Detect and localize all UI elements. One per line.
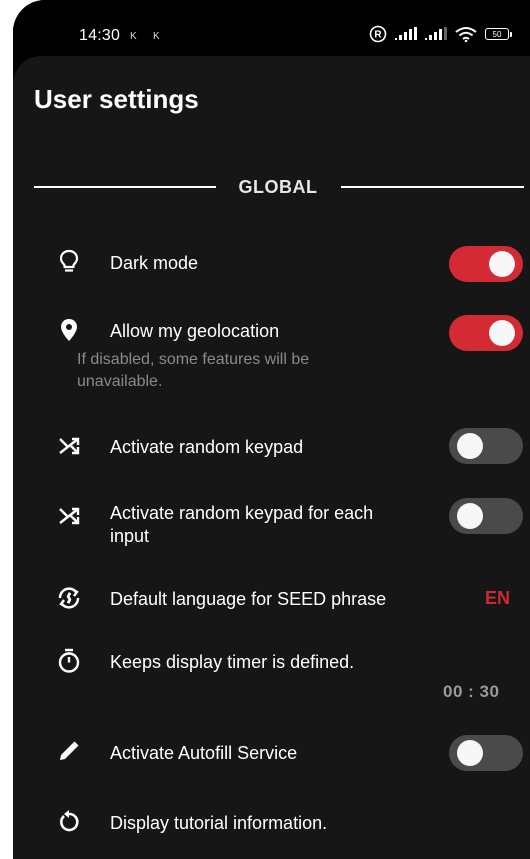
setting-random-keypad[interactable]: Activate random keypad: [13, 426, 530, 474]
timer-icon: [57, 648, 81, 673]
pencil-icon: [57, 739, 81, 763]
random-keypad-label: Activate random keypad: [110, 437, 304, 457]
setting-random-keypad-each[interactable]: Activate random keypad for each input: [13, 496, 530, 556]
location-pin-icon: [57, 318, 81, 342]
battery-icon: 50: [485, 28, 512, 40]
battery-level: 50: [485, 28, 509, 40]
wifi-icon: [455, 26, 477, 42]
setting-geolocation[interactable]: Allow my geolocation If disabled, some f…: [13, 312, 530, 402]
setting-tutorial[interactable]: Display tutorial information.: [13, 802, 530, 846]
geolocation-label: Allow my geolocation: [110, 321, 280, 341]
language-sync-icon: [55, 584, 83, 612]
signal-icon: [395, 27, 417, 41]
random-keypad-each-toggle[interactable]: [449, 498, 523, 534]
seed-language-label: Default language for SEED phrase: [110, 589, 387, 609]
geolocation-description: If disabled, some features will be unava…: [77, 351, 310, 390]
svg-text:R: R: [374, 30, 382, 41]
dark-mode-toggle[interactable]: [449, 246, 523, 282]
signal-icon: [425, 27, 447, 41]
setting-autofill[interactable]: Activate Autofill Service: [13, 732, 530, 780]
status-time: 14:30: [79, 27, 121, 44]
display-timer-value[interactable]: 00 : 30: [443, 682, 499, 702]
lightbulb-icon: [57, 249, 81, 273]
registered-icon: R: [369, 25, 387, 43]
status-icons: R 50: [369, 25, 512, 43]
setting-dark-mode[interactable]: Dark mode: [13, 242, 530, 290]
seed-language-value[interactable]: EN: [485, 588, 510, 609]
notification-k-icon: K: [153, 31, 160, 42]
shuffle-icon: [57, 504, 81, 528]
phone-screen: 14:30 K K R 50 User settings GLOBAL Dark…: [13, 0, 530, 859]
dark-mode-label: Dark mode: [110, 253, 199, 273]
autofill-toggle[interactable]: [449, 735, 523, 771]
random-keypad-each-label: Activate random keypad for each input: [110, 503, 374, 546]
setting-seed-language[interactable]: Default language for SEED phrase EN: [13, 580, 530, 620]
restart-icon: [57, 809, 81, 833]
random-keypad-toggle[interactable]: [449, 428, 523, 464]
setting-display-timer[interactable]: Keeps display timer is defined. 00 : 30: [13, 646, 530, 716]
display-timer-label: Keeps display timer is defined.: [110, 652, 355, 672]
tutorial-label: Display tutorial information.: [110, 813, 328, 833]
autofill-label: Activate Autofill Service: [110, 743, 298, 763]
section-divider-left: [34, 186, 216, 188]
shuffle-icon: [57, 434, 81, 458]
page-title: User settings: [34, 84, 199, 114]
settings-panel: User settings GLOBAL Dark mode Allow my …: [13, 56, 530, 859]
geolocation-toggle[interactable]: [449, 315, 523, 351]
notification-k-icon: K: [130, 31, 137, 42]
section-title: GLOBAL: [238, 177, 318, 197]
status-bar: 14:30 K K R 50: [13, 0, 530, 56]
section-divider-right: [341, 186, 524, 188]
